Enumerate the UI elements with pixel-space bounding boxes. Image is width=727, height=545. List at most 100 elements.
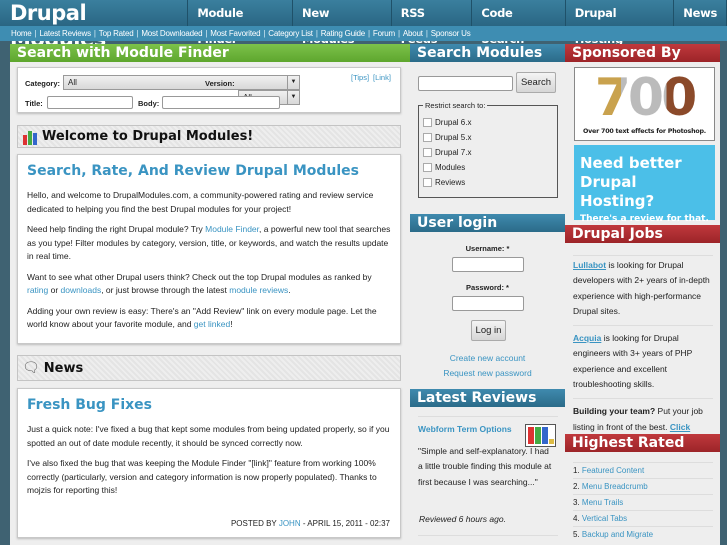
welcome-content: Search, Rate, And Review Drupal Modules … xyxy=(17,154,401,344)
subnav-latest-reviews[interactable]: Latest Reviews xyxy=(39,29,91,38)
news-header: 🗨 News xyxy=(17,355,401,381)
subnav-category-list[interactable]: Category List xyxy=(268,29,313,38)
site-logo[interactable]: Drupal Modules xyxy=(0,0,189,51)
subnav-about[interactable]: About xyxy=(403,29,423,38)
top-header: Drupal Modules Module Finder New Modules… xyxy=(0,0,727,51)
username-input[interactable] xyxy=(452,257,524,272)
subnav-rating-guide[interactable]: Rating Guide xyxy=(321,29,365,38)
review-quote: "Simple and self-explanatory. I had a li… xyxy=(418,446,552,487)
author-link[interactable]: JOHN xyxy=(279,519,301,528)
checkbox-modules[interactable]: Modules xyxy=(423,160,553,175)
subnav-top-rated[interactable]: Top Rated xyxy=(99,29,134,38)
create-account-link[interactable]: Create new account xyxy=(410,353,565,363)
nav-drupal-hosting[interactable]: Drupal Hosting xyxy=(566,0,675,46)
module-finder-link[interactable]: Module Finder xyxy=(205,224,259,234)
category-select[interactable]: All ▼ xyxy=(63,75,300,90)
job-acquia: Acquia is looking for Drupal engineers w… xyxy=(573,325,713,392)
welcome-heading: Welcome to Drupal Modules! xyxy=(42,129,254,144)
nav-code-search[interactable]: Code Search xyxy=(472,0,566,46)
subnav-most-favorited[interactable]: Most Favorited xyxy=(210,29,260,38)
news-title[interactable]: Fresh Bug Fixes xyxy=(27,397,391,413)
divider xyxy=(418,416,558,417)
search-header: Search Modules xyxy=(410,44,565,62)
news-p2: I've also fixed the bug that was keeping… xyxy=(27,458,377,495)
ad2-line2: Drupal Hosting? xyxy=(580,173,655,210)
module-reviews-link[interactable]: module reviews xyxy=(229,285,288,295)
separator: | xyxy=(34,29,37,38)
separator: | xyxy=(136,29,139,38)
bar-chart-icon xyxy=(23,130,37,145)
highest-rated-link[interactable]: Backup and Migrate xyxy=(582,530,653,539)
highest-rated-link[interactable]: Menu Breadcrumb xyxy=(582,482,648,491)
rank-number: 1. xyxy=(573,466,582,475)
search-input[interactable] xyxy=(418,76,513,91)
tips-link[interactable]: [Tips] xyxy=(351,73,369,82)
review-title[interactable]: Webform Term Options xyxy=(418,424,512,434)
separator: | xyxy=(93,29,96,38)
separator: | xyxy=(315,29,318,38)
welcome-p2: Need help finding the right Drupal modul… xyxy=(27,224,391,261)
highest-rated-item: 2. Menu Breadcrumb xyxy=(573,478,713,494)
subnav-forum[interactable]: Forum xyxy=(373,29,395,38)
reviews-header: Latest Reviews xyxy=(410,389,565,407)
checkbox-drupal6[interactable]: Drupal 6.x xyxy=(423,115,553,130)
photoshop-ad[interactable]: 700 Over 700 text effects for Photoshop. xyxy=(574,67,715,141)
highest-rated-item: 4. Vertical Tabs xyxy=(573,510,713,526)
welcome-header: Welcome to Drupal Modules! xyxy=(17,125,401,148)
news-meta: POSTED BY JOHN - APRIL 15, 2011 - 02:37 xyxy=(230,519,390,528)
highest-rated-item: 3. Menu Trails xyxy=(573,494,713,510)
ad2-line3: There's a review for that. xyxy=(580,214,709,224)
login-header: User login xyxy=(410,214,565,232)
subnav-most-downloaded[interactable]: Most Downloaded xyxy=(141,29,202,38)
body-input[interactable] xyxy=(162,96,280,109)
body-label: Body: xyxy=(138,99,160,108)
downloads-link[interactable]: downloads xyxy=(61,285,102,295)
lullabot-link[interactable]: Lullabot xyxy=(573,260,606,270)
link-link[interactable]: [Link] xyxy=(373,73,391,82)
checkbox-reviews[interactable]: Reviews xyxy=(423,175,553,190)
username-label: Username: * xyxy=(465,244,510,253)
acquia-link[interactable]: Acquia xyxy=(573,333,601,343)
request-password-link[interactable]: Request new password xyxy=(410,368,565,378)
highest-rated-link[interactable]: Menu Trails xyxy=(582,498,623,507)
subnav-sponsor-us[interactable]: Sponsor Us xyxy=(431,29,471,38)
search-button[interactable]: Search xyxy=(516,72,556,93)
rating-link[interactable]: rating xyxy=(27,285,48,295)
nav-news[interactable]: News xyxy=(674,0,727,26)
separator: | xyxy=(263,29,266,38)
restrict-search: Restrict search to: Drupal 6.x Drupal 5.… xyxy=(418,101,558,198)
nav-rss-feeds[interactable]: RSS Feeds xyxy=(392,0,473,46)
title-input[interactable] xyxy=(47,96,133,109)
welcome-title: Search, Rate, And Review Drupal Modules xyxy=(27,163,359,179)
highest-rated-header: Highest Rated xyxy=(565,434,720,452)
rank-number: 4. xyxy=(573,514,582,523)
nav-new-modules[interactable]: New Modules xyxy=(293,0,392,46)
ad2-line1: Need better xyxy=(580,154,682,172)
checkbox-drupal5[interactable]: Drupal 5.x xyxy=(423,130,553,145)
highest-rated-item: 1. Featured Content xyxy=(573,462,713,478)
subnav-home[interactable]: Home xyxy=(11,29,32,38)
password-label: Password: * xyxy=(466,283,509,292)
rank-number: 5. xyxy=(573,530,582,539)
finder-header: Search with Module Finder xyxy=(10,44,410,62)
rank-number: 2. xyxy=(573,482,582,491)
main-column: Search with Module Finder Category: All ▼… xyxy=(10,44,410,545)
title-label: Title: xyxy=(25,99,43,108)
highest-rated-link[interactable]: Vertical Tabs xyxy=(582,514,627,523)
right-column: Sponsored By 700 Over 700 text effects f… xyxy=(565,44,720,545)
welcome-p1: Hello, and welcome to DrupalModules.com,… xyxy=(27,190,374,214)
password-input[interactable] xyxy=(452,296,524,311)
ad-700-logo: 700 xyxy=(575,68,714,128)
rank-number: 3. xyxy=(573,498,582,507)
get-linked-link[interactable]: get linked xyxy=(194,319,230,329)
nav-module-finder[interactable]: Module Finder xyxy=(188,0,293,46)
login-button[interactable]: Log in xyxy=(471,320,506,341)
highest-rated-list: 1. Featured Content 2. Menu Breadcrumb 3. … xyxy=(573,462,713,542)
highest-rated-link[interactable]: Featured Content xyxy=(582,466,644,475)
chevron-down-icon: ▼ xyxy=(287,76,299,89)
checkbox-drupal7[interactable]: Drupal 7.x xyxy=(423,145,553,160)
hosting-ad[interactable]: Need better Drupal Hosting? There's a re… xyxy=(574,145,715,224)
separator: | xyxy=(425,29,428,38)
separator: | xyxy=(205,29,208,38)
review-time: Reviewed 6 hours ago. xyxy=(419,514,506,524)
